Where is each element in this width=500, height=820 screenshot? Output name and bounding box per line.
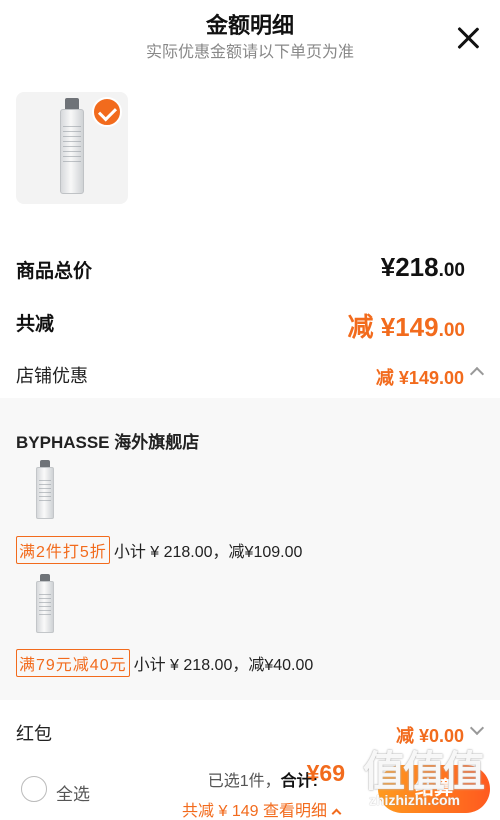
chevron-down-icon[interactable] bbox=[469, 720, 485, 736]
selected-count: 已选1件， bbox=[207, 773, 281, 790]
radio-icon[interactable] bbox=[21, 776, 47, 802]
total-price-row: 商品总价 ¥218.00 bbox=[16, 250, 484, 286]
promo-product-image bbox=[36, 460, 54, 520]
chevron-up-icon[interactable] bbox=[331, 808, 342, 819]
product-image bbox=[60, 98, 84, 194]
selected-summary: 已选1件，合计: bbox=[208, 767, 318, 791]
promo-detail: 小计 ¥ 218.00，减¥40.00 bbox=[133, 657, 314, 674]
total-price-label: 商品总价 bbox=[16, 261, 93, 282]
check-icon[interactable] bbox=[92, 97, 122, 127]
total-price-value: ¥218.00 bbox=[380, 252, 465, 282]
header: 金额明细 实际优惠金额请以下单页为准 bbox=[0, 0, 500, 70]
chevron-up-icon[interactable] bbox=[469, 366, 485, 382]
view-detail-link[interactable]: 查看明细 bbox=[263, 803, 327, 820]
page-subtitle: 实际优惠金额请以下单页为准 bbox=[145, 44, 354, 61]
store-name: BYPHASSE 海外旗舰店 bbox=[16, 433, 200, 452]
promo-tag: 满79元减40元 bbox=[16, 649, 130, 677]
watermark-text: 值值值 bbox=[363, 748, 485, 795]
promo-line: 满2件打5折 小计 ¥ 218.00，减¥109.00 bbox=[16, 536, 302, 564]
promo-detail: 小计 ¥ 218.00，减¥109.00 bbox=[113, 544, 303, 561]
watermark-logo: 值值值 zhizhizhi.com bbox=[355, 738, 495, 816]
page-title: 金额明细 bbox=[205, 13, 294, 38]
total-discount-label: 共减 bbox=[16, 314, 55, 335]
store-discount-row[interactable]: 店铺优惠 减 ¥149.00 bbox=[16, 360, 485, 390]
saved-amount: 共减 ¥ 149 bbox=[182, 803, 259, 820]
promo-product-image bbox=[36, 574, 54, 634]
saved-summary[interactable]: 共减 ¥ 149 查看明细 bbox=[182, 797, 342, 820]
store-discount-panel: BYPHASSE 海外旗舰店 满2件打5折 小计 ¥ 218.00，减¥109.0… bbox=[0, 398, 500, 700]
total-amount: ¥69 bbox=[306, 760, 345, 786]
hongbao-label: 红包 bbox=[16, 724, 52, 744]
promo-tag: 满2件打5折 bbox=[16, 536, 110, 564]
total-discount-row: 共减 减 ¥149.00 bbox=[16, 305, 484, 342]
store-discount-value: 减 ¥149.00 bbox=[375, 368, 464, 388]
total-discount-value: 减 ¥149.00 bbox=[347, 312, 466, 342]
promo-line: 满79元减40元 小计 ¥ 218.00，减¥40.00 bbox=[16, 649, 313, 677]
store-discount-label: 店铺优惠 bbox=[16, 366, 88, 386]
select-all-label[interactable]: 全选 bbox=[56, 780, 90, 805]
watermark-url: zhizhizhi.com bbox=[369, 792, 460, 808]
close-icon[interactable] bbox=[456, 26, 480, 50]
